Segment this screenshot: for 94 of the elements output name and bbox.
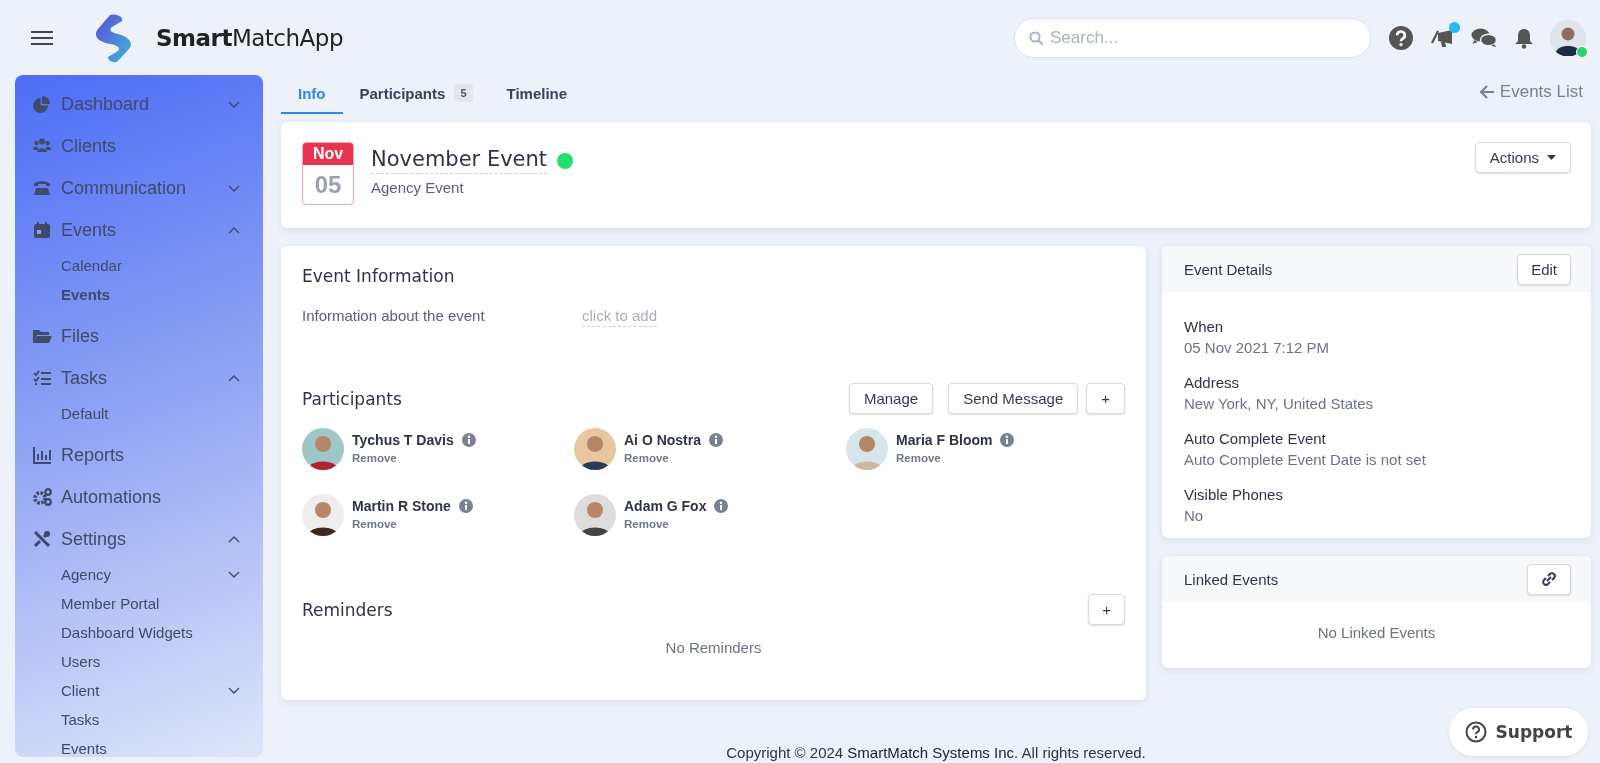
sidebar-item[interactable]: Events xyxy=(15,209,263,251)
sidebar-subitem[interactable]: Default xyxy=(15,399,263,428)
users-icon xyxy=(32,137,52,155)
sidebar-subitem[interactable]: Events xyxy=(15,280,263,309)
sidebar-subitem[interactable]: Dashboard Widgets xyxy=(15,618,263,647)
pie-chart-icon xyxy=(32,95,52,113)
remove-link[interactable]: Remove xyxy=(624,452,669,464)
remove-link[interactable]: Remove xyxy=(624,518,669,530)
info-icon xyxy=(1000,433,1015,447)
calendar-icon xyxy=(32,221,52,239)
field-value: 05 Nov 2021 7:12 PM xyxy=(1184,339,1331,356)
info-icon xyxy=(714,499,729,513)
field-label: Visible Phones xyxy=(1184,486,1284,503)
section-title: Reminders xyxy=(302,599,393,620)
field-value: Auto Complete Event Date is not set xyxy=(1184,451,1427,468)
sidebar-item[interactable]: Automations xyxy=(15,476,263,518)
field-label: Address xyxy=(1184,374,1241,391)
sidebar-item[interactable]: Files xyxy=(15,315,263,357)
field-label: Auto Complete Event xyxy=(1184,430,1327,447)
sidebar-subitem[interactable]: Events xyxy=(15,734,263,757)
phone-icon xyxy=(32,179,52,197)
company-link[interactable]: SmartMatch Systems Inc. xyxy=(847,744,1019,761)
link-button[interactable] xyxy=(1527,563,1571,595)
tab[interactable]: Info xyxy=(281,85,343,114)
participant-name: Martin R Stone xyxy=(352,498,451,514)
copyright-text: Copyright © 2024 SmartMatch Systems Inc. All rights reserved. xyxy=(725,744,1147,763)
caret-icon xyxy=(1547,155,1556,160)
add-button[interactable]: + xyxy=(1086,383,1125,414)
avatar xyxy=(574,494,616,536)
edit-button[interactable]: Edit xyxy=(1517,253,1571,285)
tab[interactable]: Timeline xyxy=(489,85,585,114)
app-name: SmartMatchApp xyxy=(156,24,343,51)
section-title: Participants xyxy=(302,388,402,409)
add-button[interactable]: + xyxy=(1088,594,1125,625)
chat-icon xyxy=(1471,26,1498,49)
user-avatar[interactable] xyxy=(1550,19,1586,56)
participant-name: Adam G Fox xyxy=(624,498,707,514)
sidebar-item[interactable]: Tasks xyxy=(15,357,263,399)
section-title: Event Information xyxy=(302,266,456,286)
sidebar-item[interactable]: Reports xyxy=(15,434,263,476)
field-value: No xyxy=(1184,507,1205,524)
remove-link[interactable]: Remove xyxy=(896,452,941,464)
field-label: When xyxy=(1184,318,1225,335)
question-circle-icon xyxy=(1464,721,1487,743)
send-message-button[interactable]: Send Message xyxy=(948,383,1079,414)
participant-name: Maria F Bloom xyxy=(896,432,993,448)
field-label: Information about the event xyxy=(302,307,486,326)
remove-link[interactable]: Remove xyxy=(352,452,397,464)
count-badge: 5 xyxy=(454,84,473,102)
sidebar-subitem[interactable]: Agency xyxy=(15,560,263,589)
remove-link[interactable]: Remove xyxy=(352,518,397,530)
chevron-icon xyxy=(227,569,241,580)
card-title: Event Details xyxy=(1184,260,1273,278)
manage-button[interactable]: Manage xyxy=(848,383,934,414)
info-icon xyxy=(461,433,476,447)
actions-dropdown[interactable]: Actions xyxy=(1474,142,1571,173)
gears-icon xyxy=(32,488,52,506)
event-title[interactable]: November Event xyxy=(371,147,548,174)
avatar xyxy=(302,494,344,536)
tools-icon xyxy=(32,530,52,548)
help-icon xyxy=(1389,25,1413,50)
field-value: New York, NY, United States xyxy=(1184,395,1374,412)
sidebar-subitem[interactable]: Client xyxy=(15,676,263,705)
folder-icon xyxy=(32,327,52,345)
bell-icon xyxy=(1514,26,1534,49)
link-icon xyxy=(1541,571,1557,587)
participant-name: Ai O Nostra xyxy=(624,432,701,448)
search-field[interactable]: Search... xyxy=(1014,17,1371,58)
info-icon xyxy=(709,433,723,447)
arrow-left-icon xyxy=(1479,85,1495,99)
menu-icon[interactable] xyxy=(31,29,53,46)
participant-name: Tychus T Davis xyxy=(352,432,454,448)
info-icon xyxy=(458,499,473,513)
checklist-icon xyxy=(32,369,52,387)
avatar xyxy=(574,428,616,470)
sidebar-subitem[interactable]: Tasks xyxy=(15,705,263,734)
sidebar-subitem[interactable]: Calendar xyxy=(15,251,263,280)
back-link[interactable]: Events List xyxy=(1479,82,1583,102)
sidebar-item[interactable]: Clients xyxy=(15,125,263,167)
empty-message: No Linked Events xyxy=(1316,624,1437,641)
date-badge: Nov 05 xyxy=(302,142,354,205)
card-title: Linked Events xyxy=(1184,570,1279,588)
tab[interactable]: Participants 5 xyxy=(342,84,490,114)
chevron-icon xyxy=(227,685,241,696)
sidebar-item[interactable]: Communication xyxy=(15,167,263,209)
avatar xyxy=(302,428,344,470)
sidebar-item[interactable]: Settings xyxy=(15,518,263,560)
avatar xyxy=(846,428,888,470)
sidebar-subitem[interactable]: Users xyxy=(15,647,263,676)
bar-chart-icon xyxy=(32,446,52,464)
event-type: Agency Event xyxy=(371,179,465,196)
support-button[interactable]: Support xyxy=(1449,708,1588,756)
sidebar-subitem[interactable]: Member Portal xyxy=(15,589,263,618)
empty-message: No Reminders xyxy=(664,639,763,656)
